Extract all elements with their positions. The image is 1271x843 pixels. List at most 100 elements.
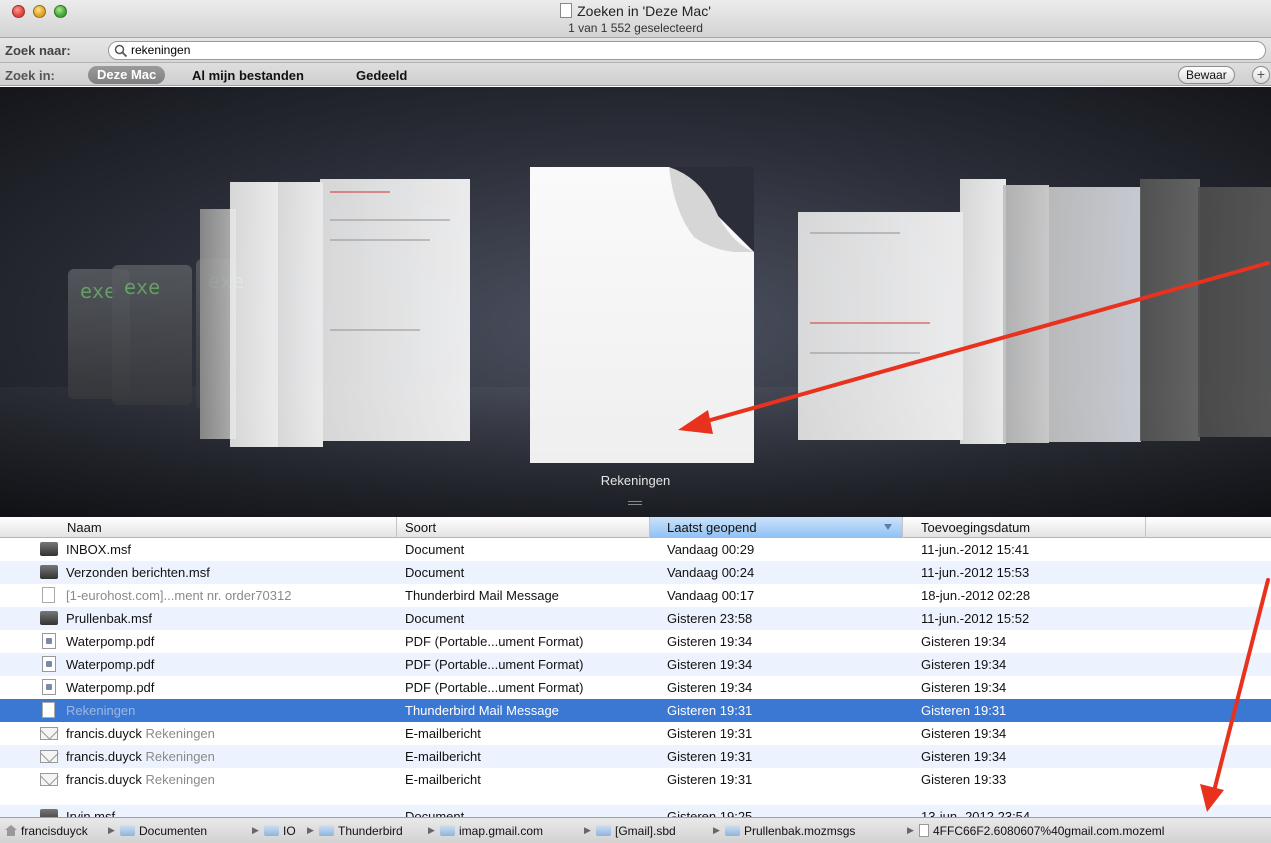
table-row[interactable]: Verzonden berichten.msf Document Vandaag… — [0, 561, 1271, 584]
path-item-file[interactable]: 4FFC66F2.6080607%40gmail.com.mozeml — [919, 824, 1164, 838]
search-icon — [114, 44, 128, 58]
row-last-opened: Vandaag 00:29 — [667, 542, 755, 557]
row-date-added: 11-jun.-2012 15:52 — [921, 611, 1030, 626]
row-last-opened: Vandaag 00:24 — [667, 565, 755, 580]
path-separator-icon: ▶ — [907, 825, 914, 835]
scope-this-mac[interactable]: Deze Mac — [88, 66, 166, 84]
document-thumbnail — [1140, 179, 1200, 441]
home-icon — [5, 825, 17, 836]
path-item-folder[interactable]: imap.gmail.com — [440, 824, 543, 838]
mail-icon — [40, 773, 58, 786]
row-kind: PDF (Portable...ument Format) — [405, 680, 584, 695]
row-sender: francis.duyck — [66, 726, 142, 741]
row-kind: E-mailbericht — [405, 772, 481, 787]
path-item-folder[interactable]: Thunderbird — [319, 824, 403, 838]
thumbnail-line — [810, 352, 920, 354]
pdf-icon — [42, 679, 56, 695]
column-name[interactable]: Naam — [0, 517, 397, 538]
row-kind: Thunderbird Mail Message — [405, 588, 559, 603]
scope-label: Zoek in: — [5, 68, 55, 83]
document-thumbnail — [275, 182, 323, 447]
row-name: INBOX.msf — [66, 542, 132, 557]
page-curl-icon — [669, 167, 754, 252]
path-label: Documenten — [139, 824, 208, 838]
column-date-added-label: Toevoegingsdatum — [921, 520, 1031, 535]
row-subject: Rekeningen — [145, 749, 215, 764]
selection-count: 1 van 1 552 geselecteerd — [568, 21, 703, 35]
row-name: francis.duyck Rekeningen — [66, 749, 215, 764]
folder-icon — [264, 825, 279, 836]
row-name: Verzonden berichten.msf — [66, 565, 210, 580]
path-label: Prullenbak.mozmsgs — [744, 824, 856, 838]
exe-label: exe — [124, 275, 161, 299]
document-thumbnail — [1046, 187, 1141, 442]
table-row[interactable]: francis.duyck Rekeningen E-mailbericht G… — [0, 745, 1271, 768]
scope-all-files[interactable]: Al mijn bestanden — [192, 68, 304, 83]
thumbnail-line — [330, 329, 420, 331]
column-last-opened[interactable]: Laatst geopend — [650, 517, 903, 538]
msf-icon — [40, 565, 58, 579]
save-search-button[interactable]: Bewaar — [1178, 66, 1235, 84]
row-name: [1-eurohost.com]...ment nr. order70312 — [66, 588, 292, 603]
table-row[interactable]: Prullenbak.msf Document Gisteren 23:58 1… — [0, 607, 1271, 630]
path-item-folder[interactable]: Prullenbak.mozmsgs — [725, 824, 855, 838]
table-row-partial[interactable]: Irvin.msf Document Gisteren 19:25 13-jun… — [0, 805, 1271, 817]
row-name: francis.duyck Rekeningen — [66, 726, 215, 741]
mail-icon — [40, 750, 58, 763]
row-last-opened: Gisteren 19:34 — [667, 634, 753, 649]
row-date-added: 11-jun.-2012 15:41 — [921, 542, 1030, 557]
column-kind[interactable]: Soort — [397, 517, 650, 538]
exe-label: exe — [80, 279, 117, 303]
document-thumbnail — [798, 212, 963, 440]
scope-shared[interactable]: Gedeeld — [356, 68, 407, 83]
folder-icon — [440, 825, 455, 836]
path-label: [Gmail].sbd — [615, 824, 676, 838]
table-row[interactable]: Waterpomp.pdf PDF (Portable...ument Form… — [0, 653, 1271, 676]
table-row[interactable]: francis.duyck Rekeningen E-mailbericht G… — [0, 768, 1271, 791]
scope-bar: Zoek in: Deze Mac Al mijn bestanden Gede… — [0, 63, 1271, 86]
path-label: francisduyck — [21, 824, 88, 838]
table-row[interactable]: [1-eurohost.com]...ment nr. order70312 T… — [0, 584, 1271, 607]
path-item-folder[interactable]: [Gmail].sbd — [596, 824, 676, 838]
add-criteria-button[interactable]: + — [1252, 66, 1270, 84]
cover-flow-view[interactable]: exe exe exe Rekeningen — [0, 87, 1271, 517]
column-date-added[interactable]: Toevoegingsdatum — [903, 517, 1146, 538]
row-last-opened: Gisteren 19:34 — [667, 680, 753, 695]
search-input[interactable]: rekeningen — [108, 41, 1266, 60]
msf-icon — [40, 542, 58, 556]
cover-flow-caption: Rekeningen — [600, 473, 671, 488]
thumbnail-line — [330, 239, 430, 241]
window-title: Zoeken in 'Deze Mac' — [0, 3, 1271, 19]
path-item-folder[interactable]: Documenten — [120, 824, 207, 838]
table-row-selected[interactable]: Rekeningen Thunderbird Mail Message Gist… — [0, 699, 1271, 722]
row-last-opened: Gisteren 19:25 — [667, 809, 753, 817]
thumbnail-line — [330, 219, 450, 221]
row-date-added: 11-jun.-2012 15:53 — [921, 565, 1030, 580]
results-list: INBOX.msf Document Vandaag 00:29 11-jun.… — [0, 538, 1271, 817]
window-title-text: Zoeken in 'Deze Mac' — [577, 3, 711, 19]
path-label: IO — [283, 824, 296, 838]
table-row[interactable]: Waterpomp.pdf PDF (Portable...ument Form… — [0, 630, 1271, 653]
document-icon — [42, 702, 55, 718]
document-thumbnail — [1198, 187, 1271, 437]
row-date-added: Gisteren 19:33 — [921, 772, 1007, 787]
path-separator-icon: ▶ — [428, 825, 435, 835]
row-date-added: Gisteren 19:34 — [921, 749, 1007, 764]
selected-document-preview[interactable] — [530, 167, 754, 463]
row-kind: E-mailbericht — [405, 749, 481, 764]
table-row[interactable]: INBOX.msf Document Vandaag 00:29 11-jun.… — [0, 538, 1271, 561]
table-row[interactable]: francis.duyck Rekeningen E-mailbericht G… — [0, 722, 1271, 745]
table-row[interactable]: Waterpomp.pdf PDF (Portable...ument Form… — [0, 676, 1271, 699]
row-date-added: Gisteren 19:34 — [921, 680, 1007, 695]
folder-icon — [120, 825, 135, 836]
path-label: 4FFC66F2.6080607%40gmail.com.mozeml — [933, 824, 1165, 838]
row-subject: Rekeningen — [145, 726, 215, 741]
path-item-folder[interactable]: IO — [264, 824, 296, 838]
row-last-opened: Gisteren 19:31 — [667, 703, 753, 718]
splitter-handle[interactable] — [628, 501, 642, 505]
path-item-home[interactable]: francisduyck — [5, 824, 88, 838]
document-icon — [560, 3, 573, 18]
folder-icon — [725, 825, 740, 836]
path-separator-icon: ▶ — [108, 825, 115, 835]
path-separator-icon: ▶ — [307, 825, 314, 835]
